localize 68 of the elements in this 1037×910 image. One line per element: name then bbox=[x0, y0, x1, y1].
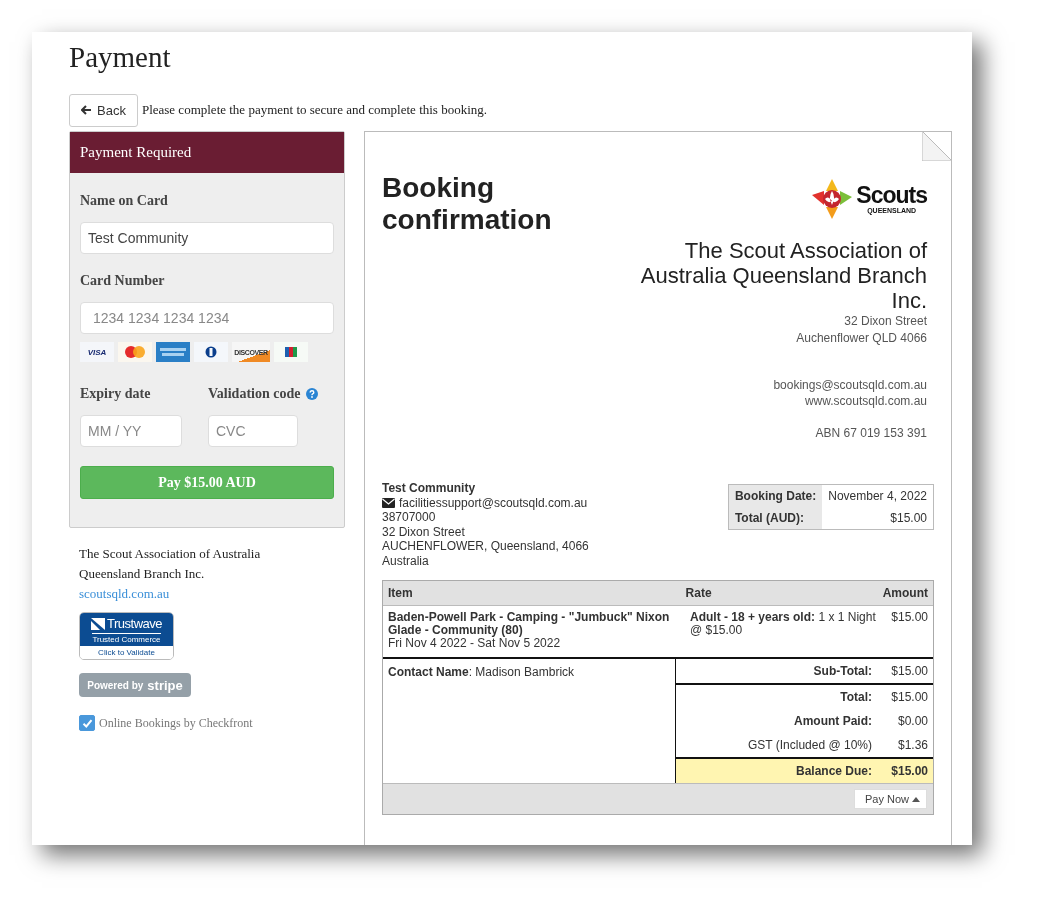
customer-detail: Australia bbox=[382, 553, 430, 568]
field-label: Expiry date bbox=[80, 386, 152, 402]
card-logo-icon bbox=[156, 342, 190, 362]
total-label: GST (Included @ 10%) bbox=[748, 738, 872, 752]
name-input[interactable]: Test Community bbox=[80, 222, 334, 254]
contact-line: www.scoutsqld.com.au bbox=[803, 393, 927, 409]
field-label: Name on Card bbox=[80, 193, 169, 209]
total-value: $15.00 bbox=[890, 690, 928, 704]
pay-now-button[interactable]: Pay Now bbox=[853, 789, 927, 809]
card-logo-icon bbox=[118, 342, 152, 362]
amount-text: $15.00 bbox=[890, 609, 929, 626]
envelope-icon bbox=[382, 497, 395, 508]
customer-detail: AUCHENFLOWER, Queensland, 4066 bbox=[382, 539, 589, 554]
logo-wordmark: Scouts bbox=[856, 184, 927, 207]
address-line: Auchenflower QLD 4066 bbox=[795, 330, 927, 347]
organisation-name: The Scout Association of Australia Queensland Branch Inc. bbox=[639, 238, 927, 313]
column-header: Item bbox=[387, 585, 414, 602]
address-line: 32 Dixon Street bbox=[843, 313, 927, 330]
total-value: $1.36 bbox=[896, 738, 928, 752]
abn-text: ABN 67 019 153 391 bbox=[814, 425, 927, 441]
customer-detail: 32 Dixon Street bbox=[382, 524, 466, 539]
total-value: $15.00 bbox=[890, 664, 928, 678]
total-label: Total: bbox=[840, 690, 872, 704]
summary-label: Booking Date: bbox=[728, 484, 823, 507]
badge-brand: Trustwave bbox=[107, 616, 162, 631]
badge-brand: stripe bbox=[147, 677, 183, 693]
caret-up-icon bbox=[912, 796, 920, 802]
contact-line: bookings@scoutsqld.com.au bbox=[772, 377, 927, 393]
summary-value: November 4, 2022 bbox=[822, 484, 934, 507]
field-label: Validation code bbox=[208, 386, 301, 402]
item-dates: Fri Nov 4 2022 - Sat Nov 5 2022 bbox=[388, 637, 562, 650]
cvc-input[interactable]: CVC bbox=[208, 415, 298, 447]
column-header: Amount bbox=[881, 585, 929, 602]
total-value: $15.00 bbox=[890, 764, 928, 778]
arrow-logo-icon bbox=[91, 617, 105, 630]
summary-value: $15.00 bbox=[822, 507, 934, 530]
merchant-name: The Scout Association of Australia Queensland Branch Inc. bbox=[79, 545, 262, 583]
intro-text: Please complete the payment to secure and complete this booking. bbox=[141, 102, 488, 118]
merchant-link[interactable]: scoutsqld.com.au bbox=[79, 586, 170, 601]
customer-detail: 38707000 bbox=[382, 510, 437, 525]
field-label: Card Number bbox=[80, 273, 166, 289]
contact-name: Contact Name: Madison Bambrick bbox=[387, 664, 576, 681]
rate-text: Adult - 18 + years old: 1 x 1 Night @ $15.00 bbox=[689, 609, 877, 639]
customer-name: Test Community bbox=[382, 481, 477, 496]
trustwave-badge[interactable]: Trustwave Trusted Commerce Click to Validate bbox=[79, 612, 174, 660]
checkbox-label: Online Bookings by Checkfront bbox=[99, 715, 253, 731]
back-button[interactable]: Back bbox=[69, 93, 138, 127]
badge-tagline: Trusted Commerce bbox=[92, 633, 161, 644]
help-icon[interactable] bbox=[306, 388, 319, 400]
item-name: Baden-Powell Park - Camping - "Jumbuck" Nixon Glade - Community (80) bbox=[388, 611, 671, 637]
expiry-input[interactable]: MM / YY bbox=[80, 415, 182, 447]
badge-prefix: Powered by bbox=[87, 679, 144, 691]
page-title: Payment bbox=[69, 40, 172, 75]
document-title: Booking confirmation bbox=[382, 172, 553, 236]
column-header: Rate bbox=[684, 585, 713, 602]
panel-header: Payment Required bbox=[70, 132, 344, 173]
customer-email: facilitiessupport@scoutsqld.com.au bbox=[399, 495, 588, 510]
total-label: Balance Due: bbox=[795, 764, 872, 778]
card-number-input[interactable]: 1234 1234 1234 1234 bbox=[80, 302, 334, 334]
summary-label: Total (AUD): bbox=[728, 507, 823, 530]
card-logo-icon bbox=[274, 342, 308, 362]
total-label: Amount Paid: bbox=[794, 714, 872, 728]
checkbox[interactable] bbox=[79, 715, 95, 731]
total-value: $0.00 bbox=[896, 714, 928, 728]
arrow-left-icon bbox=[81, 105, 92, 115]
card-logo-icon bbox=[194, 342, 228, 362]
card-logo-icon: VISA bbox=[80, 342, 114, 362]
total-label: Sub-Total: bbox=[813, 664, 872, 678]
